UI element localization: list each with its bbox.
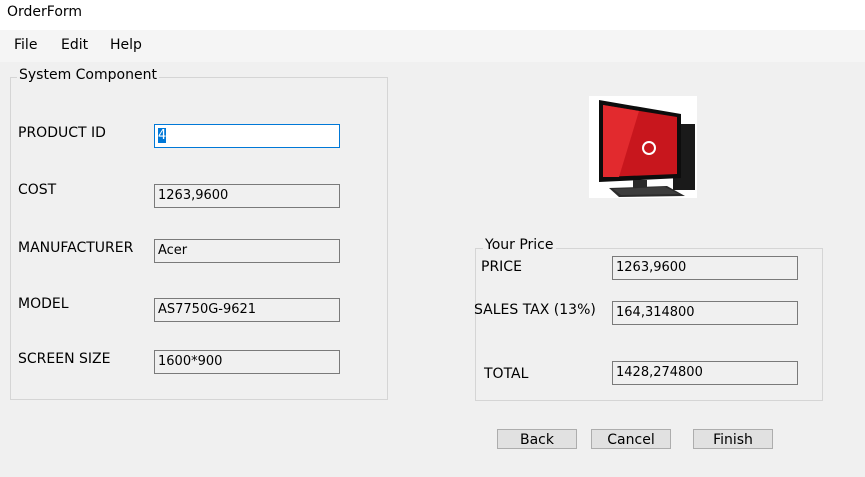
finish-button[interactable]: Finish bbox=[693, 429, 773, 449]
sales-tax-label: SALES TAX (13%) bbox=[474, 302, 596, 318]
sales-tax-field[interactable]: 164,314800 bbox=[612, 301, 798, 325]
title-bar: OrderForm bbox=[0, 0, 865, 30]
product-id-value: 4 bbox=[158, 128, 167, 143]
screen-size-field[interactable]: 1600*900 bbox=[154, 350, 340, 374]
model-label: MODEL bbox=[18, 296, 69, 312]
screen-size-label: SCREEN SIZE bbox=[18, 351, 111, 367]
your-price-title: Your Price bbox=[483, 236, 556, 254]
back-button[interactable]: Back bbox=[497, 429, 577, 449]
product-id-label: PRODUCT ID bbox=[18, 125, 106, 141]
computer-icon bbox=[599, 100, 695, 197]
cancel-button[interactable]: Cancel bbox=[591, 429, 671, 449]
menu-edit[interactable]: Edit bbox=[61, 36, 88, 54]
system-component-title: System Component bbox=[17, 66, 159, 84]
manufacturer-label: MANUFACTURER bbox=[18, 240, 134, 256]
price-field[interactable]: 1263,9600 bbox=[612, 256, 798, 280]
menu-bar: File Edit Help bbox=[0, 30, 865, 62]
window-title: OrderForm bbox=[7, 4, 83, 20]
total-label: TOTAL bbox=[484, 366, 529, 382]
menu-file[interactable]: File bbox=[14, 36, 37, 54]
model-field[interactable]: AS7750G-9621 bbox=[154, 298, 340, 322]
cost-field[interactable]: 1263,9600 bbox=[154, 184, 340, 208]
menu-help[interactable]: Help bbox=[110, 36, 142, 54]
manufacturer-field[interactable]: Acer bbox=[154, 239, 340, 263]
price-label: PRICE bbox=[481, 259, 522, 275]
cost-label: COST bbox=[18, 182, 57, 198]
product-id-field[interactable]: 4 bbox=[154, 124, 340, 148]
total-field[interactable]: 1428,274800 bbox=[612, 361, 798, 385]
desktop-computer-image bbox=[589, 96, 697, 198]
